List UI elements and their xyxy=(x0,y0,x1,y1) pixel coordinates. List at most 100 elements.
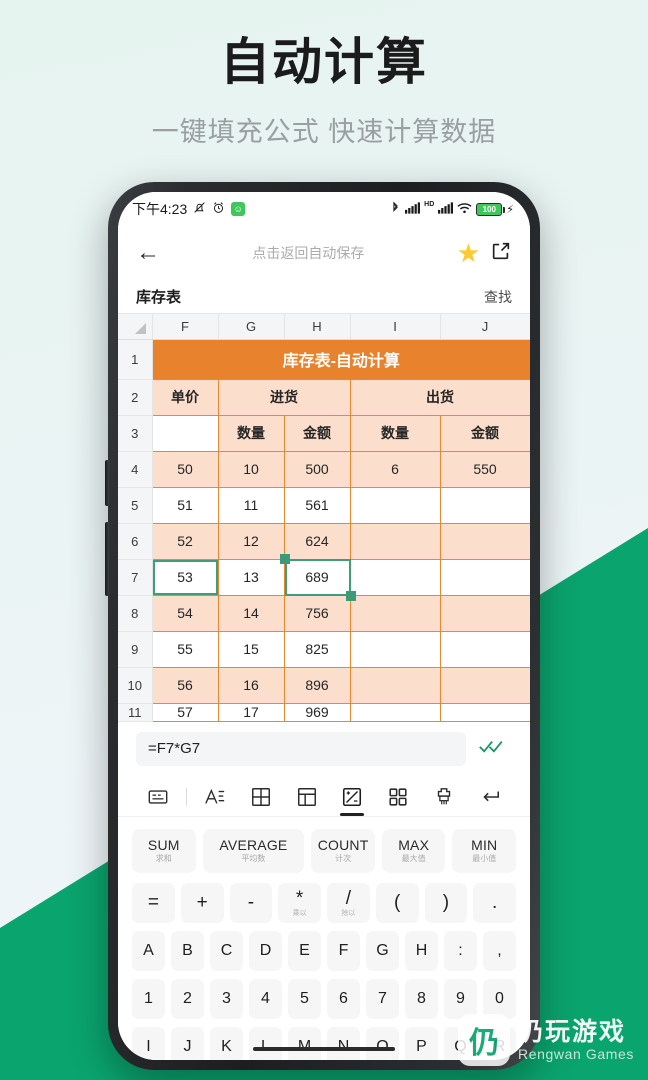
table-row[interactable]: 6 52 12 624 xyxy=(118,523,530,560)
key-P[interactable]: P xyxy=(405,1026,438,1060)
key-paren-close[interactable]: ) xyxy=(424,882,468,923)
back-arrow-icon[interactable]: ← xyxy=(136,241,160,265)
row-header-11[interactable]: 11 xyxy=(118,703,153,722)
key-plus[interactable]: + xyxy=(180,882,224,923)
cell-I5[interactable] xyxy=(350,487,441,524)
clear-brush-icon[interactable] xyxy=(426,778,462,816)
table-row[interactable]: 1 库存表-自动计算 xyxy=(118,339,530,380)
key-L[interactable]: L xyxy=(249,1026,282,1060)
key-J[interactable]: J xyxy=(171,1026,204,1060)
sheet-banner-title[interactable]: 库存表-自动计算 xyxy=(152,339,530,380)
table-row[interactable]: 9 55 15 825 xyxy=(118,631,530,668)
key-4[interactable]: 4 xyxy=(249,978,282,1019)
key-M[interactable]: M xyxy=(288,1026,321,1060)
cell-G7[interactable]: 13 xyxy=(218,559,285,596)
cell-F6[interactable]: 52 xyxy=(152,523,219,560)
key-comma[interactable]: , xyxy=(483,930,516,971)
key-divide[interactable]: / 除以 xyxy=(327,882,370,923)
key-1[interactable]: 1 xyxy=(132,978,165,1019)
key-dot[interactable]: . xyxy=(473,882,516,923)
row-header-2[interactable]: 2 xyxy=(118,379,153,416)
cell-H11[interactable]: 969 xyxy=(284,703,351,722)
column-header-F[interactable]: F xyxy=(152,314,219,340)
spreadsheet[interactable]: F G H I J 1 库存表-自动计算 2 单价 进货 出货 3 数量 金额 … xyxy=(118,314,530,722)
cell-F4[interactable]: 50 xyxy=(152,451,219,488)
cell-F2[interactable]: 单价 xyxy=(152,379,219,416)
cell-input-icon[interactable] xyxy=(140,778,176,816)
cell-J8[interactable] xyxy=(440,595,530,632)
column-header-J[interactable]: J xyxy=(440,314,530,340)
table-row[interactable]: 8 54 14 756 xyxy=(118,595,530,632)
key-K[interactable]: K xyxy=(210,1026,243,1060)
text-format-icon[interactable] xyxy=(197,778,233,816)
row-header-7[interactable]: 7 xyxy=(118,559,153,596)
cell-I7[interactable] xyxy=(350,559,441,596)
key-minus[interactable]: - xyxy=(229,882,273,923)
key-F[interactable]: F xyxy=(327,930,360,971)
formula-input[interactable]: =F7*G7 xyxy=(136,731,466,766)
key-multiply[interactable]: * 乘以 xyxy=(278,882,321,923)
key-paren-open[interactable]: ( xyxy=(375,882,419,923)
phone-volume-button[interactable] xyxy=(105,460,109,506)
home-indicator[interactable] xyxy=(253,1047,395,1051)
key-E[interactable]: E xyxy=(288,930,321,971)
row-header-1[interactable]: 1 xyxy=(118,339,153,380)
apps-grid-icon[interactable] xyxy=(380,778,416,816)
func-count-button[interactable]: COUNT 计次 xyxy=(311,828,375,873)
key-A[interactable]: A xyxy=(132,930,165,971)
formula-calc-icon[interactable] xyxy=(334,778,370,816)
row-header-3[interactable]: 3 xyxy=(118,415,153,452)
cell-G4[interactable]: 10 xyxy=(218,451,285,488)
star-icon[interactable]: ★ xyxy=(457,240,480,266)
row-header-6[interactable]: 6 xyxy=(118,523,153,560)
key-H[interactable]: H xyxy=(405,930,438,971)
cell-I4[interactable]: 6 xyxy=(350,451,441,488)
cell-J10[interactable] xyxy=(440,667,530,704)
cell-F9[interactable]: 55 xyxy=(152,631,219,668)
cell-H4[interactable]: 500 xyxy=(284,451,351,488)
column-header-I[interactable]: I xyxy=(350,314,441,340)
cell-F3[interactable] xyxy=(152,415,219,452)
cell-F10[interactable]: 56 xyxy=(152,667,219,704)
cell-F5[interactable]: 51 xyxy=(152,487,219,524)
cell-I10[interactable] xyxy=(350,667,441,704)
cell-G9[interactable]: 15 xyxy=(218,631,285,668)
select-all-corner[interactable] xyxy=(118,314,153,340)
table-grid-icon[interactable] xyxy=(243,778,279,816)
cell-H5[interactable]: 561 xyxy=(284,487,351,524)
key-B[interactable]: B xyxy=(171,930,204,971)
func-average-button[interactable]: AVERAGE 平均数 xyxy=(202,828,305,873)
key-3[interactable]: 3 xyxy=(210,978,243,1019)
func-sum-button[interactable]: SUM 求和 xyxy=(132,828,196,873)
cell-H9[interactable]: 825 xyxy=(284,631,351,668)
key-0[interactable]: 0 xyxy=(483,978,516,1019)
cell-I9[interactable] xyxy=(350,631,441,668)
cell-G3[interactable]: 数量 xyxy=(218,415,285,452)
enter-return-icon[interactable] xyxy=(472,778,508,816)
cell-H7[interactable]: 689 xyxy=(279,553,356,601)
cell-J4[interactable]: 550 xyxy=(440,451,530,488)
column-header-G[interactable]: G xyxy=(218,314,285,340)
cell-F8[interactable]: 54 xyxy=(152,595,219,632)
cell-G8[interactable]: 14 xyxy=(218,595,285,632)
cell-G2[interactable]: 进货 xyxy=(218,379,351,416)
cell-H8[interactable]: 756 xyxy=(284,595,351,632)
key-9[interactable]: 9 xyxy=(444,978,477,1019)
cell-J3[interactable]: 金额 xyxy=(440,415,530,452)
key-D[interactable]: D xyxy=(249,930,282,971)
table-row[interactable]: 2 单价 进货 出货 xyxy=(118,379,530,416)
fill-handle-top-left[interactable] xyxy=(279,553,290,564)
cell-H3[interactable]: 金额 xyxy=(284,415,351,452)
cell-J11[interactable] xyxy=(440,703,530,722)
key-equals[interactable]: = xyxy=(132,882,175,923)
cell-J6[interactable] xyxy=(440,523,530,560)
key-C[interactable]: C xyxy=(210,930,243,971)
cell-J5[interactable] xyxy=(440,487,530,524)
cell-J7[interactable] xyxy=(440,559,530,596)
row-header-10[interactable]: 10 xyxy=(118,667,153,704)
cell-H10[interactable]: 896 xyxy=(284,667,351,704)
key-5[interactable]: 5 xyxy=(288,978,321,1019)
fill-handle-bottom-right[interactable] xyxy=(345,590,356,601)
cell-G6[interactable]: 12 xyxy=(218,523,285,560)
row-header-4[interactable]: 4 xyxy=(118,451,153,488)
